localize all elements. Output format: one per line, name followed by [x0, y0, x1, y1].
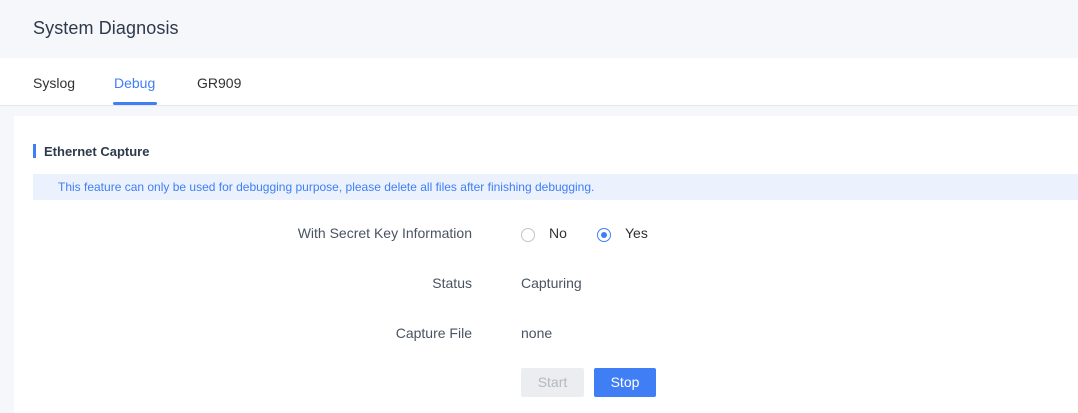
tabs-bar: Syslog Debug GR909: [0, 58, 1078, 106]
status-label: Status: [432, 275, 472, 291]
content-panel: Ethernet Capture This feature can only b…: [14, 116, 1078, 413]
page-header: System Diagnosis: [0, 0, 1078, 58]
tab-debug[interactable]: Debug: [114, 75, 155, 91]
capture-file-value: none: [521, 325, 553, 341]
tab-syslog[interactable]: Syslog: [33, 75, 75, 91]
capture-file-label: Capture File: [395, 325, 472, 341]
radio-yes-label: Yes: [625, 225, 648, 241]
status-value: Capturing: [521, 275, 582, 291]
start-button[interactable]: Start: [521, 368, 584, 397]
notice-banner: This feature can only be used for debugg…: [33, 174, 1078, 200]
tab-gr909[interactable]: GR909: [197, 75, 241, 91]
secret-key-label: With Secret Key Information: [297, 225, 472, 241]
radio-no-label: No: [549, 225, 567, 241]
radio-unchecked-icon: [521, 228, 535, 242]
radio-checked-icon: [597, 228, 611, 242]
section-title: Ethernet Capture: [33, 144, 149, 159]
active-tab-indicator: [113, 102, 157, 105]
page-title: System Diagnosis: [33, 18, 179, 38]
stop-button[interactable]: Stop: [594, 368, 656, 397]
